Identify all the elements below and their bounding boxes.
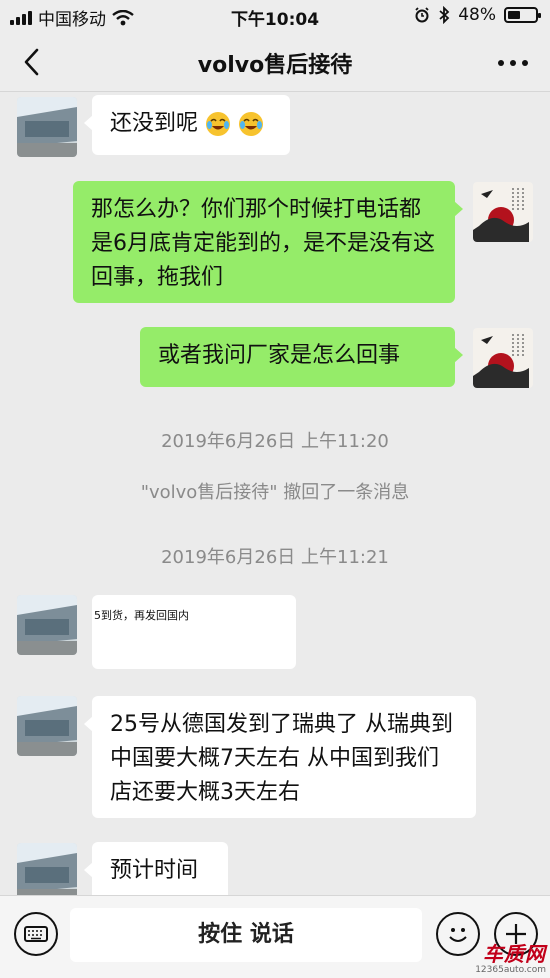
battery-fill (508, 11, 521, 19)
avatar-dealer[interactable] (17, 696, 77, 756)
status-bar: 中国移动 下午10:04 48% (0, 0, 550, 32)
avatar-dealer[interactable] (17, 595, 77, 655)
watermark-logo: 车质网 12365auto.com (475, 938, 546, 975)
message-text: 那怎么办？你们那个时候打电话都是6月底肯定能到的，是不是没有这回事，拖我们 (91, 197, 435, 290)
message-bubble-received[interactable]: 还没到呢 (84, 95, 290, 155)
avatar-self[interactable] (473, 328, 533, 388)
alarm-icon (415, 7, 429, 23)
emoji-face-icon[interactable] (436, 912, 480, 956)
nav-bar: volvo售后接待 (0, 32, 550, 92)
message-text: 或者我问厂家是怎么回事 (158, 343, 401, 368)
battery-percent: 48% (458, 5, 496, 25)
hold-to-talk-button[interactable]: 按住 说话 (70, 908, 422, 962)
message-bubble-received[interactable]: 预计时间 (84, 842, 228, 895)
battery-icon (504, 7, 541, 23)
recall-notice: "volvo售后接待" 撤回了一条消息 (140, 482, 410, 503)
image-snippet-text: 5到货，再发回国内 (94, 609, 189, 622)
input-bar: 按住 说话 (0, 895, 550, 978)
message-bubble-sent[interactable]: 或者我问厂家是怎么回事 (140, 327, 463, 387)
message-text: 还没到呢 (110, 111, 199, 136)
message-bubble-received[interactable]: 25号从德国发到了瑞典了 从瑞典到中国要大概7天左右 从中国到我们店还要大概3天… (84, 696, 476, 818)
timestamp: 2019年6月26日 上午11:20 (161, 431, 389, 452)
crying-laughing-emoji-icon (206, 112, 231, 136)
message-bubble-sent[interactable]: 那怎么办？你们那个时候打电话都是6月底肯定能到的，是不是没有这回事，拖我们 (73, 181, 463, 303)
avatar-dealer[interactable] (17, 843, 77, 895)
status-right: 48% (414, 5, 541, 25)
chat-title: volvo售后接待 (197, 53, 353, 78)
more-dots-icon[interactable] (498, 60, 528, 66)
timestamp: 2019年6月26日 上午11:21 (161, 547, 389, 568)
bluetooth-icon (439, 6, 450, 24)
crying-laughing-emoji-icon (239, 112, 264, 136)
message-text: 25号从德国发到了瑞典了 从瑞典到中国要大概7天左右 从中国到我们店还要大概3天… (110, 712, 453, 805)
avatar-self[interactable] (473, 182, 533, 242)
avatar-dealer[interactable] (17, 97, 77, 157)
image-message[interactable]: 5到货，再发回国内 (92, 595, 296, 669)
chat-area[interactable]: 还没到呢 那怎么办？你们那个时候打电话都是6月底肯定能到的，是不是没有这回事，拖… (0, 93, 550, 895)
keyboard-icon[interactable] (14, 912, 58, 956)
message-text: 预计时间 (110, 858, 199, 883)
watermark-sub: 12365auto.com (475, 965, 546, 975)
watermark-main: 车质网 (483, 942, 546, 966)
